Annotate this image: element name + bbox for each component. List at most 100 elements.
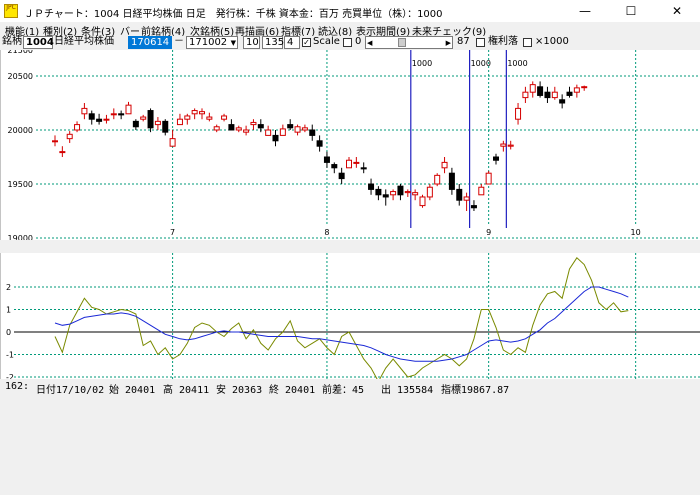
candle-body <box>52 140 58 143</box>
candle-body <box>81 107 88 115</box>
candle-body <box>346 159 352 169</box>
candle-body <box>316 140 323 147</box>
candle-body <box>426 186 433 198</box>
status-low: 安 20363 <box>216 385 263 396</box>
date-to-value: 171002 <box>189 37 228 48</box>
candle-body <box>162 120 169 133</box>
scale-label: Scale <box>313 36 340 47</box>
rights-label: 権利落 <box>488 36 518 47</box>
indicator-chart: 210-1-2 <box>0 253 700 383</box>
volume-marker-label: 1000 <box>507 59 527 68</box>
candle-body <box>309 129 316 136</box>
volume-marker-label: 1000 <box>471 59 491 68</box>
scale-checkbox[interactable]: ✓ <box>302 38 311 47</box>
candle-body <box>537 86 544 96</box>
status-diff: 前差：45 <box>322 385 365 396</box>
candle-body <box>287 124 294 129</box>
zero-checkbox[interactable] <box>343 38 352 47</box>
close-button[interactable]: ✕ <box>654 0 700 22</box>
candle-body <box>382 194 389 198</box>
candle-body <box>228 124 235 131</box>
scroll-right-icon[interactable]: ▶ <box>446 37 451 49</box>
x-tick-label: 9 <box>486 228 491 237</box>
candle-body <box>191 110 198 115</box>
scroll-value: 87 <box>457 36 470 47</box>
param-field-4[interactable]: 4 <box>284 36 300 49</box>
toolbar: 銘柄 1004 日経平均株価 170614 － 171002 ▼ 10 1350… <box>0 36 700 50</box>
candle-body <box>507 144 514 147</box>
candle-body <box>419 196 426 207</box>
stock-code-input[interactable]: 1004 <box>23 36 54 49</box>
candle-body <box>96 118 103 122</box>
candle-body <box>213 126 220 131</box>
candle-body <box>434 174 441 185</box>
candle-body <box>331 164 338 169</box>
candle-body <box>243 129 250 133</box>
candle-body <box>353 161 360 164</box>
price-chart: 2150021000205002000019500190001850078910… <box>0 18 700 297</box>
candle-body <box>154 120 161 126</box>
status-bar: 162: 日付17/10/02 始 20401 高 20411 安 20363 … <box>0 379 700 396</box>
candle-body <box>221 115 228 120</box>
date-from-input[interactable]: 170614 <box>128 36 172 49</box>
candle-body <box>169 138 176 147</box>
candle-body <box>323 156 330 163</box>
candle-body <box>147 110 154 129</box>
candle-body <box>581 86 588 89</box>
candle-body <box>199 111 205 115</box>
candle-body <box>176 118 183 126</box>
candle-body <box>279 128 286 136</box>
scroll-bar[interactable]: ◀ ▶ <box>365 36 453 49</box>
candle-body <box>118 113 125 116</box>
candle-body <box>404 191 411 194</box>
candle-body <box>441 161 448 169</box>
param-field-1350[interactable]: 1350 <box>262 36 290 49</box>
y-tick-label: 2 <box>6 283 11 292</box>
y-tick-label: 20000 <box>8 126 33 135</box>
y-tick-label: 0 <box>6 328 11 337</box>
maximize-button[interactable]: ☐ <box>608 0 654 22</box>
x-tick-label: 7 <box>170 228 175 237</box>
status-open: 始 20401 <box>109 385 156 396</box>
x-tick-label: 8 <box>324 228 329 237</box>
param-field-10[interactable]: 10 <box>243 36 260 49</box>
y-tick-label: 20500 <box>8 72 33 81</box>
candle-body <box>412 192 419 196</box>
candle-body <box>375 188 382 196</box>
status-index: 162: <box>5 381 30 392</box>
candle-body <box>485 172 492 185</box>
minimize-button[interactable]: — <box>562 0 608 22</box>
candle-body <box>294 126 301 133</box>
candle-body <box>184 115 191 120</box>
candle-body <box>493 156 499 161</box>
candle-body <box>66 133 73 140</box>
candle-body <box>566 91 573 96</box>
candle-body <box>250 121 257 126</box>
candle-body <box>368 183 375 190</box>
date-separator: － <box>174 36 184 47</box>
rights-checkbox[interactable] <box>476 38 485 47</box>
zero-label: 0 <box>355 36 362 47</box>
candle-body <box>272 134 279 142</box>
candle-body <box>265 129 272 136</box>
scroll-thumb[interactable] <box>398 38 406 47</box>
candle-body <box>59 151 66 154</box>
scroll-left-icon[interactable]: ◀ <box>367 37 372 49</box>
candle-body <box>470 205 477 209</box>
candle-body <box>140 116 147 120</box>
status-volume: 出 135584 <box>381 385 434 396</box>
chevron-down-icon[interactable]: ▼ <box>231 37 236 49</box>
title-bar: JPC ＪＰチャート：1004 日経平均株価 日足 発行株：千株 資本金：百万 … <box>0 0 700 23</box>
status-close: 終 20401 <box>269 385 316 396</box>
date-to-select[interactable]: 171002 ▼ <box>186 36 238 49</box>
slow-indicator-line <box>54 286 629 362</box>
candle-body <box>338 172 345 180</box>
candle-body <box>390 191 397 196</box>
candle-body <box>448 172 455 190</box>
app-icon: JPC <box>4 4 18 18</box>
candle-body <box>103 118 110 121</box>
x1000-checkbox[interactable] <box>523 38 532 47</box>
y-tick-label: 1 <box>6 306 11 315</box>
candle-body <box>500 143 507 147</box>
candle-body <box>360 167 367 170</box>
